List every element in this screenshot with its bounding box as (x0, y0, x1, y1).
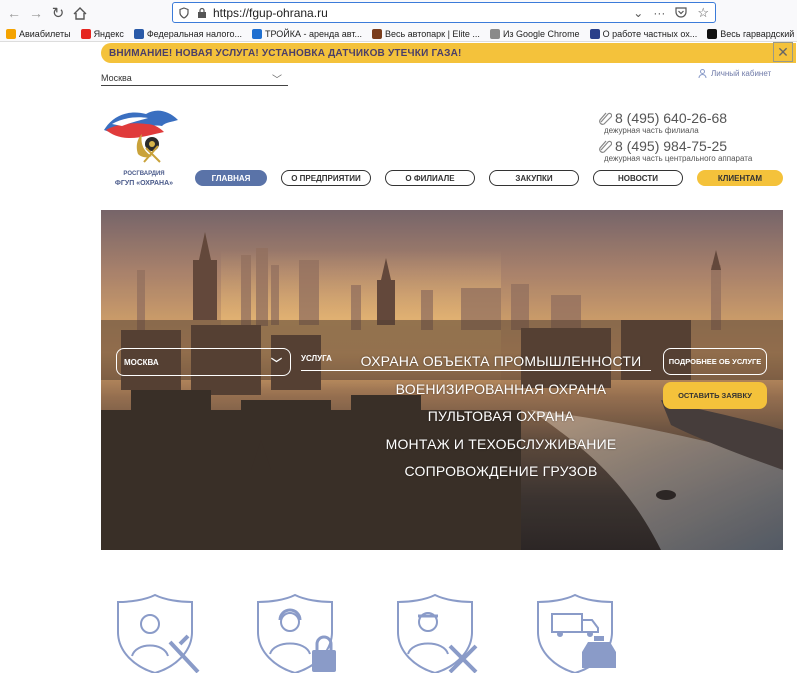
service-details-button[interactable]: ПОДРОБНЕЕ ОБ УСЛУГЕ (663, 348, 767, 375)
service-item[interactable]: ВОЕНИЗИРОВАННАЯ ОХРАНА (351, 376, 651, 404)
url-text[interactable]: https://fgup-ohrana.ru (213, 6, 328, 20)
bookmark-label: Яндекс (93, 28, 124, 39)
service-list: ОХРАНА ОБЪЕКТА ПРОМЫШЛЕННОСТИ ВОЕНИЗИРОВА… (351, 348, 651, 486)
service-item[interactable]: МОНТАЖ И ТЕХОБСЛУЖИВАНИЕ (351, 431, 651, 459)
personal-cabinet-label: Личный кабинет (711, 69, 772, 78)
logo-caption: РОСГВАРДИЯ ФГУП «ОХРАНА» (104, 170, 184, 188)
technician-tools-icon[interactable] (390, 592, 480, 673)
back-icon[interactable]: ← (4, 3, 24, 23)
bookmark-item[interactable]: Федеральная налого... (133, 28, 242, 39)
bookmark-favicon-icon (371, 28, 382, 39)
armed-guard-icon[interactable] (110, 592, 200, 673)
user-icon (698, 69, 707, 78)
paperclip-icon (599, 112, 612, 125)
phone-note-1: дежурная часть филиала (604, 126, 699, 135)
bookmark-label: Федеральная налого... (146, 28, 242, 39)
service-item[interactable]: ОХРАНА ОБЪЕКТА ПРОМЫШЛЕННОСТИ (351, 348, 651, 376)
city-select[interactable]: Москва ﹀ (101, 70, 288, 86)
personal-cabinet-link[interactable]: Личный кабинет (698, 69, 771, 78)
bookmark-favicon-icon (80, 28, 91, 39)
phone-number-2[interactable]: 8 (495) 984-75-25 (615, 138, 727, 154)
chevron-down-icon: ﹀ (271, 358, 282, 370)
chevron-down-icon: ﹀ (272, 75, 282, 86)
hero-banner: МОСКВА ﹀ УСЛУГА ОХРАНА ОБЪЕКТА ПРОМЫШЛЕН… (101, 210, 783, 550)
bookmark-item[interactable]: Из Google Chrome (489, 28, 580, 39)
address-bar[interactable]: https://fgup-ohrana.ru ⌄ ··· ☆ (172, 2, 716, 23)
chevron-down-icon[interactable]: ⌄ (633, 6, 643, 20)
bookmark-item[interactable]: О работе частных ох... (589, 28, 698, 39)
main-nav: ГЛАВНАЯ О ПРЕДПРИЯТИИ О ФИЛИАЛЕ ЗАКУПКИ НОВО… (195, 170, 783, 186)
hero-city-value: МОСКВА (124, 357, 159, 367)
bookmark-label: ТРОЙКА - аренда авт... (264, 28, 362, 39)
bookmark-star-icon[interactable]: ☆ (697, 5, 709, 21)
phone-2[interactable]: 8 (495) 984-75-25 (598, 138, 778, 154)
bookmark-item[interactable]: ТРОЙКА - аренда авт... (251, 28, 362, 39)
service-label: УСЛУГА (301, 354, 332, 363)
nav-item[interactable]: ЗАКУПКИ (489, 170, 579, 186)
leave-request-button[interactable]: ОСТАВИТЬ ЗАЯВКУ (663, 382, 767, 409)
city-select-value: Москва (101, 72, 132, 83)
bookmark-favicon-icon (251, 28, 262, 39)
nav-item[interactable]: НОВОСТИ (593, 170, 683, 186)
logo-line1: РОСГВАРДИЯ (123, 171, 165, 177)
close-icon[interactable]: ✕ (773, 42, 793, 62)
more-actions-icon[interactable]: ··· (653, 6, 665, 20)
bookmark-favicon-icon (133, 28, 144, 39)
alert-banner: ВНИМАНИЕ! НОВАЯ УСЛУГА! УСТАНОВКА ДАТЧИК… (101, 42, 796, 63)
phones-block: 8 (495) 640-26-68 дежурная часть филиала… (598, 110, 778, 166)
phone-1[interactable]: 8 (495) 640-26-68 (598, 110, 778, 126)
nav-item[interactable]: О ФИЛИАЛЕ (385, 170, 475, 186)
operator-lock-icon[interactable] (250, 592, 340, 673)
reload-icon[interactable]: ↻ (48, 3, 68, 23)
paperclip-icon (599, 140, 612, 153)
rosgvardia-logo[interactable] (102, 100, 182, 170)
phone-number-1[interactable]: 8 (495) 640-26-68 (615, 110, 727, 126)
bookmark-label: Из Google Chrome (502, 28, 580, 39)
bookmark-label: Весь гарвардский кур... (720, 28, 797, 39)
bookmark-label: Весь автопарк | Elite ... (384, 28, 480, 39)
bookmark-item[interactable]: Весь гарвардский кур... (707, 28, 797, 39)
bookmarks-bar: Авиабилеты Яндекс Федеральная налого... ТРО… (0, 26, 797, 42)
bookmark-item[interactable]: Весь автопарк | Elite ... (371, 28, 480, 39)
browser-toolbar: ← → ↻ https://fgup-ohrana.ru ⌄ ··· ☆ (0, 0, 797, 26)
bookmark-item[interactable]: Яндекс (80, 28, 124, 39)
nav-item[interactable]: О ПРЕДПРИЯТИИ (281, 170, 371, 186)
bookmark-favicon-icon (489, 28, 500, 39)
hero-city-select[interactable]: МОСКВА ﹀ (116, 348, 291, 376)
nav-item[interactable]: ГЛАВНАЯ (195, 170, 267, 186)
lock-icon[interactable] (197, 7, 207, 19)
tracking-shield-icon[interactable] (179, 6, 189, 19)
home-icon[interactable] (70, 3, 90, 23)
logo-line2: ФГУП «ОХРАНА» (114, 180, 174, 187)
bookmark-label: О работе частных ох... (602, 28, 698, 39)
forward-icon[interactable]: → (26, 3, 46, 23)
bookmark-item[interactable]: Авиабилеты (6, 28, 71, 39)
cargo-escort-icon[interactable] (530, 592, 620, 673)
service-item[interactable]: СОПРОВОЖДЕНИЕ ГРУЗОВ (351, 458, 651, 486)
service-item[interactable]: ПУЛЬТОВАЯ ОХРАНА (351, 403, 651, 431)
alert-text: ВНИМАНИЕ! НОВАЯ УСЛУГА! УСТАНОВКА ДАТЧИК… (109, 47, 462, 59)
bookmark-favicon-icon (707, 28, 718, 39)
nav-item[interactable]: КЛИЕНТАМ (697, 170, 783, 186)
bookmark-label: Авиабилеты (19, 28, 71, 39)
pocket-icon[interactable] (675, 7, 687, 18)
bookmark-favicon-icon (6, 28, 16, 39)
bookmark-favicon-icon (589, 28, 600, 39)
phone-note-2: дежурная часть центрального аппарата (604, 154, 753, 163)
